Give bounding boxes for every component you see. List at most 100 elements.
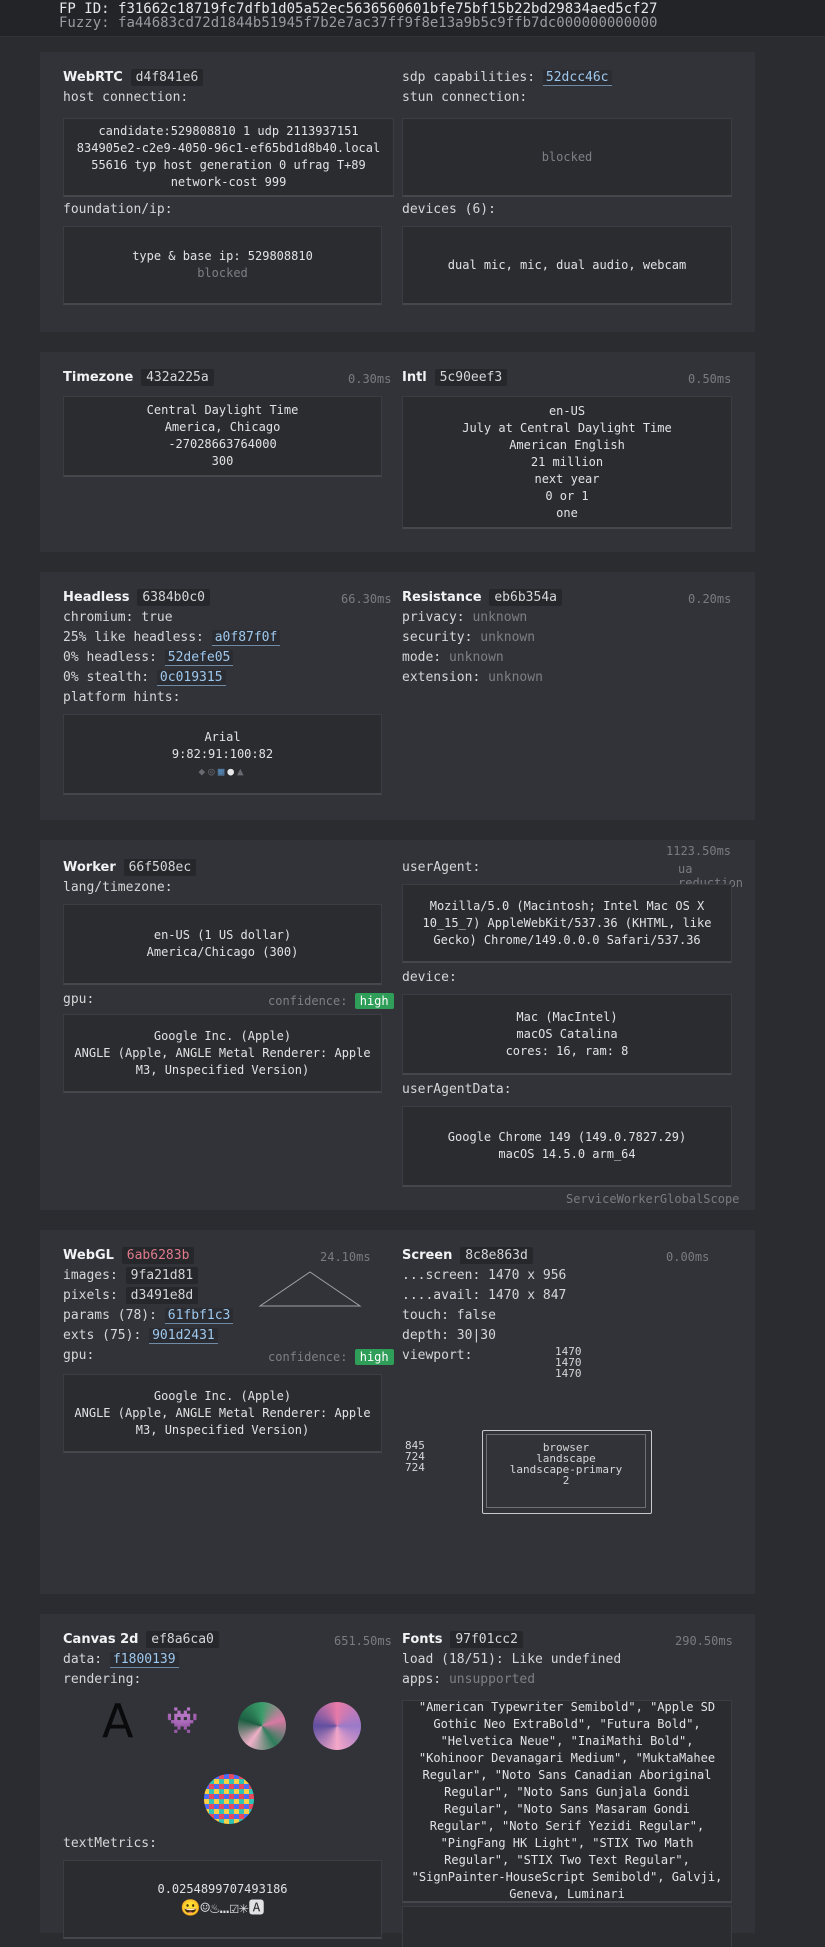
exts-link[interactable]: 901d2431 [149, 1328, 218, 1344]
screen-hash: 8c8e863d [460, 1247, 533, 1264]
chromium-flag: chromium: true [63, 610, 173, 625]
stun-box: blocked [402, 118, 732, 197]
webgl-hash: 6ab6283b [121, 1247, 195, 1264]
screen-depth: depth: 30|30 [402, 1328, 496, 1343]
fuzzy-id: Fuzzy: fa44683cd72d1844b51945f7b2e7ac37f… [59, 15, 658, 31]
fonts-load: load (18/51): Like undefined [402, 1652, 622, 1667]
viewport-frame: browser landscape landscape-primary 2 [482, 1430, 652, 1514]
webgl-images: images: 9fa21d81 [63, 1266, 199, 1286]
screen-touch: touch: false [402, 1308, 496, 1323]
viewport-heights: 845 724 724 [405, 1439, 425, 1474]
webgl-pixels: pixels: d3491e8d [63, 1286, 199, 1306]
worker-heading: Worker 66f508ec [63, 858, 197, 878]
canvas-data-link[interactable]: f1800139 [109, 1652, 179, 1668]
sdp-hash-link[interactable]: 52dcc46c [542, 70, 612, 86]
headless-resistance-section: Headless 6384b0c0 66.30ms chromium: true… [40, 572, 755, 820]
canvas-fonts-section: Canvas 2d ef8a6ca0 651.50ms data: f18001… [40, 1614, 755, 1947]
platform-hints-label: platform hints: [63, 690, 181, 705]
headless-hash: 6384b0c0 [137, 589, 210, 606]
worker-gpu-label: gpu: [63, 992, 95, 1007]
webgl-screen-section: WebGL 6ab6283b 24.10ms images: 9fa21d81 … [40, 1230, 755, 1594]
timezone-intl-section: Timezone 432a225a 0.30ms Central Dayligh… [40, 352, 755, 552]
user-agent-data-label: userAgentData: [402, 1082, 512, 1097]
viewport-inner: browser landscape landscape-primary 2 [486, 1434, 646, 1508]
fp-id: FP ID: f31662c18719fc7dfb1d05a52ec563656… [59, 1, 658, 17]
canvas-gradient-circle-2 [313, 1702, 361, 1750]
platform-hints-box: Arial 9:82:91:100:82 ◆◎▦●▲ [63, 714, 382, 795]
chrome-icon: ◎ [208, 764, 218, 778]
intl-hash: 5c90eef3 [434, 369, 508, 386]
webgl-gpu-label: gpu: [63, 1348, 95, 1363]
mode-row: mode: unknown [402, 650, 504, 665]
like-headless-link[interactable]: a0f87f0f [211, 630, 281, 646]
timezone-box: Central Daylight Time America, Chicago -27… [63, 396, 382, 477]
screen-heading: Screen 8c8e863d [402, 1246, 533, 1266]
stun-connection-label: stun connection: [402, 90, 528, 105]
security-row: security: unknown [402, 630, 536, 645]
device-box: Mac (MacIntel) macOS Catalina cores: 16, r… [402, 994, 732, 1075]
stealth-link[interactable]: 0c019315 [156, 670, 226, 686]
foundation-box: type & base ip: 529808810 blocked [63, 226, 382, 305]
fingerprint-header: FP ID: f31662c18719fc7dfb1d05a52ec563656… [0, 0, 825, 37]
worker-gpu-box: Google Inc. (Apple) ANGLE (Apple, ANGLE M… [63, 1014, 382, 1093]
user-agent-label: userAgent: [402, 860, 481, 875]
headless-score: 0% headless: 52defe05 [63, 648, 234, 668]
fonts-apps: apps: unsupported [402, 1672, 536, 1687]
confidence-badge: high [354, 993, 394, 1009]
intl-box: en-US July at Central Daylight Time Americ… [402, 396, 732, 529]
canvas-data: data: f1800139 [63, 1650, 179, 1670]
webrtc-section: WebRTC d4f841e6 host connection: candida… [40, 52, 755, 332]
canvas-pixel-circle [204, 1774, 254, 1824]
worker-hash: 66f508ec [123, 859, 197, 876]
text-metrics-box: 0.0254899707493186 😀☺♨…☑✳🅰 [63, 1860, 382, 1939]
apple-icon: ● [227, 764, 237, 778]
fonts-ms: 290.50ms [675, 1634, 733, 1648]
rendering-label: rendering: [63, 1672, 142, 1687]
resistance-ms: 0.20ms [688, 592, 732, 606]
stealth-score: 0% stealth: 0c019315 [63, 668, 226, 688]
extension-row: extension: unknown [402, 670, 543, 685]
android-icon: ◆ [198, 764, 209, 778]
webgl-confidence-badge: high [354, 1349, 394, 1365]
intl-heading: Intl 5c90eef3 [402, 368, 508, 388]
viewport-widths: 1470 1470 1470 [555, 1345, 582, 1380]
params-link[interactable]: 61fbf1c3 [164, 1308, 234, 1324]
lang-timezone-label: lang/timezone: [63, 880, 173, 895]
privacy-row: privacy: unknown [402, 610, 528, 625]
webgl-triangle-icon [258, 1271, 362, 1307]
lang-timezone-box: en-US (1 US dollar) America/Chicago (300) [63, 904, 382, 985]
canvas-ms: 651.50ms [334, 1634, 392, 1648]
windows-icon: ▦ [217, 764, 228, 778]
timezone-ms: 0.30ms [348, 372, 392, 386]
alien-icon: 👾 [166, 1706, 199, 1736]
intl-ms: 0.50ms [688, 372, 732, 386]
user-agent-box: Mozilla/5.0 (Macintosh; Intel Mac OS X 1… [402, 884, 732, 963]
webgl-gpu-confidence: confidence: high [268, 1349, 394, 1365]
text-metrics-label: textMetrics: [63, 1836, 157, 1851]
platform-icons: ◆◎▦●▲ [198, 763, 246, 780]
headless-link[interactable]: 52defe05 [164, 650, 234, 666]
webgl-heading: WebGL 6ab6283b [63, 1246, 195, 1266]
sdp-capabilities: sdp capabilities: 52dcc46c [402, 68, 612, 88]
timezone-heading: Timezone 432a225a [63, 368, 214, 388]
webgl-ms: 24.10ms [320, 1250, 371, 1264]
canvas-glyph: A [102, 1694, 134, 1748]
worker-scope: ServiceWorkerGlobalScope [566, 1192, 740, 1206]
canvas-heading: Canvas 2d ef8a6ca0 [63, 1630, 219, 1650]
webgl-params: params (78): 61fbf1c3 [63, 1306, 234, 1326]
emoji-sample: 😀☺♨…☑✳🅰 [180, 1897, 265, 1917]
fonts-hash: 97f01cc2 [450, 1631, 523, 1648]
canvas-hash: ef8a6ca0 [146, 1631, 219, 1648]
devices-box: dual mic, mic, dual audio, webcam [402, 226, 732, 305]
linux-icon: ▲ [236, 764, 247, 778]
host-connection-label: host connection: [63, 90, 189, 105]
fonts-list-box: "American Typewriter Semibold", "Apple S… [402, 1700, 732, 1903]
viewport-label: viewport: [402, 1348, 473, 1363]
fonts-next-box [402, 1906, 732, 1947]
headless-ms: 66.30ms [341, 592, 392, 606]
foundation-label: foundation/ip: [63, 202, 173, 217]
candidate-box: candidate:529808810 1 udp 2113937151 834… [63, 118, 394, 197]
screen-avail: ....avail: 1470 x 847 [402, 1288, 567, 1303]
like-headless: 25% like headless: a0f87f0f [63, 628, 281, 648]
devices-label: devices (6): [402, 202, 496, 217]
